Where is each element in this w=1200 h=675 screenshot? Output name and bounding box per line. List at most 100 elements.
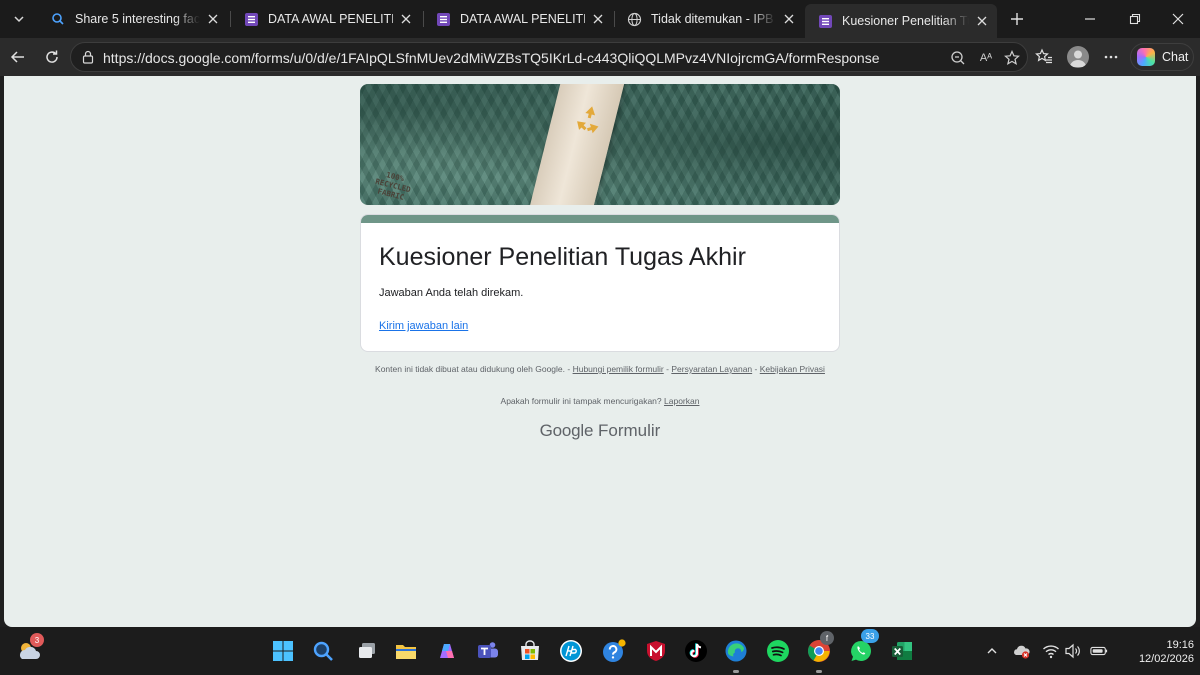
profile-avatar[interactable]: [1067, 46, 1089, 68]
close-icon: [1172, 13, 1184, 25]
close-window-button[interactable]: [1168, 9, 1188, 29]
tiktok-icon: [685, 640, 707, 662]
google-wordmark: Google: [539, 421, 594, 440]
show-hidden-icons-button[interactable]: [983, 642, 1001, 660]
mcafee-button[interactable]: [644, 639, 668, 663]
contact-owner-link[interactable]: Hubungi pemilik formulir: [573, 364, 664, 374]
tab-kuesioner[interactable]: Kuesioner Penelitian Tugas A: [805, 4, 997, 38]
copilot-chat-button[interactable]: Chat: [1130, 43, 1194, 71]
google-forms-logo[interactable]: Google Formulir: [360, 421, 840, 441]
more-options-button[interactable]: [1101, 47, 1121, 67]
hp-icon: [560, 640, 582, 662]
report-link[interactable]: Laporkan: [664, 396, 699, 406]
suspicious-question: Apakah formulir ini tampak mencurigakan?: [500, 396, 662, 406]
tab-strip: Share 5 interesting facts abo DATA AWAL …: [0, 0, 1200, 38]
hp-button[interactable]: [559, 639, 583, 663]
weather-widget[interactable]: 3: [16, 633, 44, 663]
lock-icon[interactable]: [81, 50, 95, 64]
cloud-error-icon: [1014, 645, 1030, 659]
chrome-running-indicator: [816, 670, 822, 673]
search-icon: [50, 11, 66, 27]
google-forms-icon: [817, 13, 833, 29]
tab-ipb-short[interactable]: Tidak ditemukan - IPB Short: [614, 4, 804, 34]
edge-icon: [725, 640, 747, 662]
footer-report: Apakah formulir ini tampak mencurigakan?…: [360, 396, 840, 406]
privacy-policy-link[interactable]: Kebijakan Privasi: [760, 364, 825, 374]
submit-another-response-link[interactable]: Kirim jawaban lain: [379, 320, 468, 332]
terms-of-service-link[interactable]: Persyaratan Layanan: [671, 364, 752, 374]
chevron-up-icon: [987, 648, 997, 654]
system-clock[interactable]: 19:16 12/02/2026: [1112, 638, 1194, 666]
microsoft-store-button[interactable]: [518, 639, 542, 663]
forms-wordmark: Formulir: [598, 421, 661, 440]
card-accent-bar: [361, 215, 839, 223]
close-icon[interactable]: [204, 10, 222, 28]
tab-data-awal-2[interactable]: DATA AWAL PENELITIAN: [423, 4, 613, 34]
globe-icon: [626, 11, 642, 27]
zoom-icon[interactable]: [949, 49, 967, 67]
footer-disclaimer: Konten ini tidak dibuat atau didukung ol…: [360, 364, 840, 375]
whatsapp-badge: 33: [861, 629, 879, 643]
wifi-tray-icon[interactable]: [1042, 642, 1060, 660]
teams-icon: [478, 642, 498, 658]
chat-label: Chat: [1162, 50, 1189, 64]
excel-icon: [892, 642, 912, 660]
antivirus-tray-icon[interactable]: [1013, 642, 1031, 660]
task-view-button[interactable]: [356, 639, 380, 663]
teams-button[interactable]: [476, 639, 500, 663]
copilot-icon: [440, 644, 454, 658]
favorites-button[interactable]: [1034, 47, 1054, 67]
form-title: Kuesioner Penelitian Tugas Akhir: [379, 243, 746, 271]
folder-icon: [396, 645, 416, 659]
copilot-icon: [1137, 48, 1155, 66]
start-button[interactable]: [271, 639, 295, 663]
url-text[interactable]: https://docs.google.com/forms/u/0/d/e/1F…: [103, 50, 880, 66]
spotify-button[interactable]: [766, 639, 790, 663]
help-icon: [603, 639, 626, 662]
excel-button[interactable]: [890, 639, 914, 663]
minimize-button[interactable]: [1080, 9, 1100, 29]
form-header-banner: 100% RECYCLED FABRIC: [360, 84, 840, 205]
refresh-button[interactable]: [42, 47, 62, 67]
new-tab-button[interactable]: [1005, 8, 1029, 30]
plus-icon: [1011, 13, 1023, 25]
file-explorer-button[interactable]: [394, 639, 418, 663]
chrome-button[interactable]: f: [807, 631, 834, 663]
google-forms-icon: [243, 11, 259, 27]
tab-title: DATA AWAL PENELITIAN: [268, 12, 393, 26]
favorites-icon: [1035, 48, 1052, 64]
response-recorded-message: Jawaban Anda telah direkam.: [379, 287, 524, 299]
google-forms-icon: [435, 11, 451, 27]
close-icon[interactable]: [397, 10, 415, 28]
tiktok-button[interactable]: [684, 639, 708, 663]
battery-tray-icon[interactable]: [1090, 642, 1108, 660]
weather-badge: 3: [30, 633, 44, 647]
read-aloud-icon[interactable]: Aᴬ: [977, 49, 995, 67]
volume-tray-icon[interactable]: [1064, 642, 1082, 660]
browser-toolbar: https://docs.google.com/forms/u/0/d/e/1F…: [0, 38, 1200, 76]
mcafee-shield-icon: [647, 641, 665, 661]
page-viewport: 100% RECYCLED FABRIC Kuesioner Penelitia…: [4, 76, 1196, 627]
clock-time: 19:16: [1166, 639, 1194, 651]
taskbar-search-button[interactable]: [311, 639, 335, 663]
ellipsis-icon: [1104, 55, 1118, 59]
get-help-button[interactable]: [602, 639, 626, 663]
battery-icon: [1090, 646, 1108, 656]
favorite-star-icon[interactable]: [1003, 49, 1021, 67]
address-bar[interactable]: https://docs.google.com/forms/u/0/d/e/1F…: [70, 42, 1028, 72]
copilot-taskbar-button[interactable]: [435, 639, 459, 663]
close-icon[interactable]: [589, 10, 607, 28]
tab-share-facts[interactable]: Share 5 interesting facts abo: [38, 4, 228, 34]
edge-button[interactable]: [724, 639, 748, 663]
restore-button[interactable]: [1125, 9, 1145, 29]
close-icon[interactable]: [973, 12, 991, 30]
close-icon[interactable]: [780, 10, 798, 28]
person-icon: [1070, 50, 1086, 67]
minimize-icon: [1085, 18, 1095, 20]
back-button[interactable]: [8, 47, 28, 67]
tab-actions-menu-button[interactable]: [6, 7, 32, 31]
tab-title: DATA AWAL PENELITIAN: [460, 12, 585, 26]
whatsapp-button[interactable]: 33: [849, 629, 879, 663]
chevron-down-icon: [14, 16, 24, 23]
tab-data-awal-1[interactable]: DATA AWAL PENELITIAN: [231, 4, 421, 34]
